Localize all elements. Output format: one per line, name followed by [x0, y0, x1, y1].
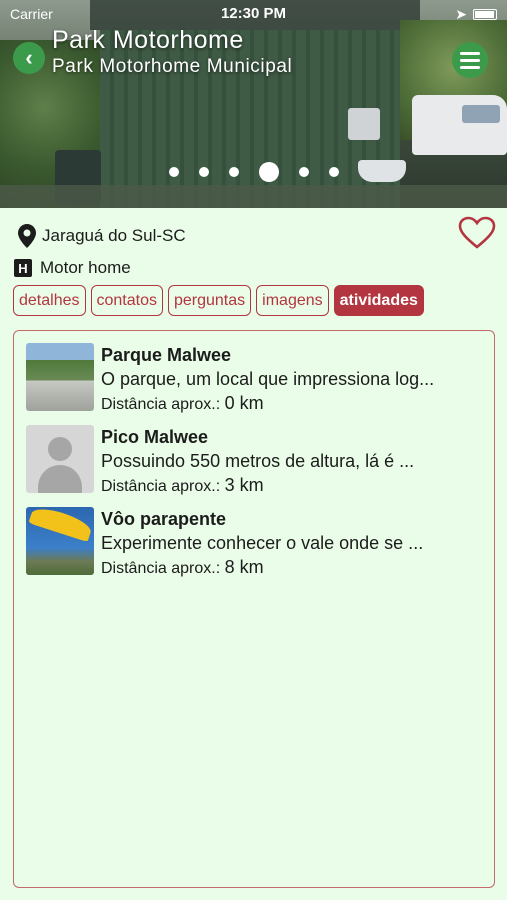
- activity-item[interactable]: Pico Malwee Possuindo 550 metros de altu…: [26, 425, 486, 495]
- tab-contatos[interactable]: contatos: [90, 285, 163, 316]
- distance-label: Distância aprox.:: [101, 396, 221, 413]
- menu-button[interactable]: [452, 42, 488, 78]
- carousel-dot[interactable]: [198, 167, 209, 177]
- distance-label: Distância aprox.:: [101, 478, 221, 495]
- back-button[interactable]: ‹: [13, 42, 45, 74]
- tab-perguntas[interactable]: perguntas: [167, 285, 252, 316]
- tab-atividades[interactable]: atividades: [333, 285, 424, 316]
- hero-ground: [0, 185, 507, 208]
- activity-name: Vôo parapente: [101, 509, 227, 529]
- favorite-heart-icon[interactable]: [458, 216, 496, 250]
- location-text: Jaraguá do Sul-SC: [42, 226, 186, 245]
- page-title: Park Motorhome: [52, 26, 244, 54]
- distance-value: 8 km: [224, 557, 264, 577]
- location-row: Jaraguá do Sul-SC: [18, 224, 186, 248]
- distance-value: 0 km: [224, 393, 264, 413]
- activity-description: Possuindo 550 metros de altura, lá é ...: [101, 451, 415, 471]
- map-pin-icon: [18, 224, 36, 248]
- carousel-dot[interactable]: [228, 167, 239, 177]
- carousel-dot-active[interactable]: [258, 162, 279, 182]
- activity-distance: Distância aprox.: 0 km: [101, 393, 264, 414]
- chevron-left-icon: ‹: [25, 45, 33, 70]
- activity-distance: Distância aprox.: 3 km: [101, 475, 264, 496]
- clock: 12:30 PM: [220, 5, 287, 22]
- hamburger-icon-line: [460, 51, 480, 55]
- hamburger-icon-line: [460, 65, 480, 69]
- status-icons: ➤: [455, 6, 497, 23]
- activity-thumbnail: [26, 507, 94, 575]
- placeholder-avatar-icon: [26, 425, 94, 493]
- carousel-dot[interactable]: [168, 167, 179, 177]
- activity-item[interactable]: Parque Malwee O parque, um local que imp…: [26, 343, 486, 413]
- activities-panel: Parque Malwee O parque, um local que imp…: [13, 330, 495, 888]
- activity-thumbnail: [26, 343, 94, 411]
- distance-label: Distância aprox.:: [101, 560, 221, 577]
- distance-value: 3 km: [224, 475, 264, 495]
- hotel-icon: H: [14, 259, 32, 277]
- activity-distance: Distância aprox.: 8 km: [101, 557, 264, 578]
- carousel-dot[interactable]: [298, 167, 309, 177]
- activity-item[interactable]: Vôo parapente Experimente conhecer o val…: [26, 507, 486, 577]
- tab-bar: detalhes contatos perguntas imagens ativ…: [13, 285, 424, 316]
- activity-name: Pico Malwee: [101, 427, 209, 447]
- type-text: Motor home: [40, 258, 131, 277]
- location-arrow-icon: ➤: [455, 6, 467, 22]
- activity-description: O parque, um local que impressiona log..…: [101, 369, 435, 389]
- type-row: H Motor home: [14, 258, 131, 278]
- hero-motorhome: [412, 95, 507, 155]
- carousel-dot[interactable]: [328, 167, 339, 177]
- carousel-indicator[interactable]: [0, 162, 507, 182]
- status-bar: Carrier 12:30 PM ➤: [0, 0, 507, 26]
- activity-name: Parque Malwee: [101, 345, 232, 365]
- tab-detalhes[interactable]: detalhes: [13, 285, 86, 316]
- activity-description: Experimente conhecer o vale onde se ...: [101, 533, 424, 553]
- hamburger-icon-line: [460, 58, 480, 62]
- battery-icon: [473, 9, 497, 20]
- tab-imagens[interactable]: imagens: [256, 285, 329, 316]
- hero-dispenser: [348, 108, 380, 140]
- page-subtitle: Park Motorhome Municipal: [52, 56, 293, 77]
